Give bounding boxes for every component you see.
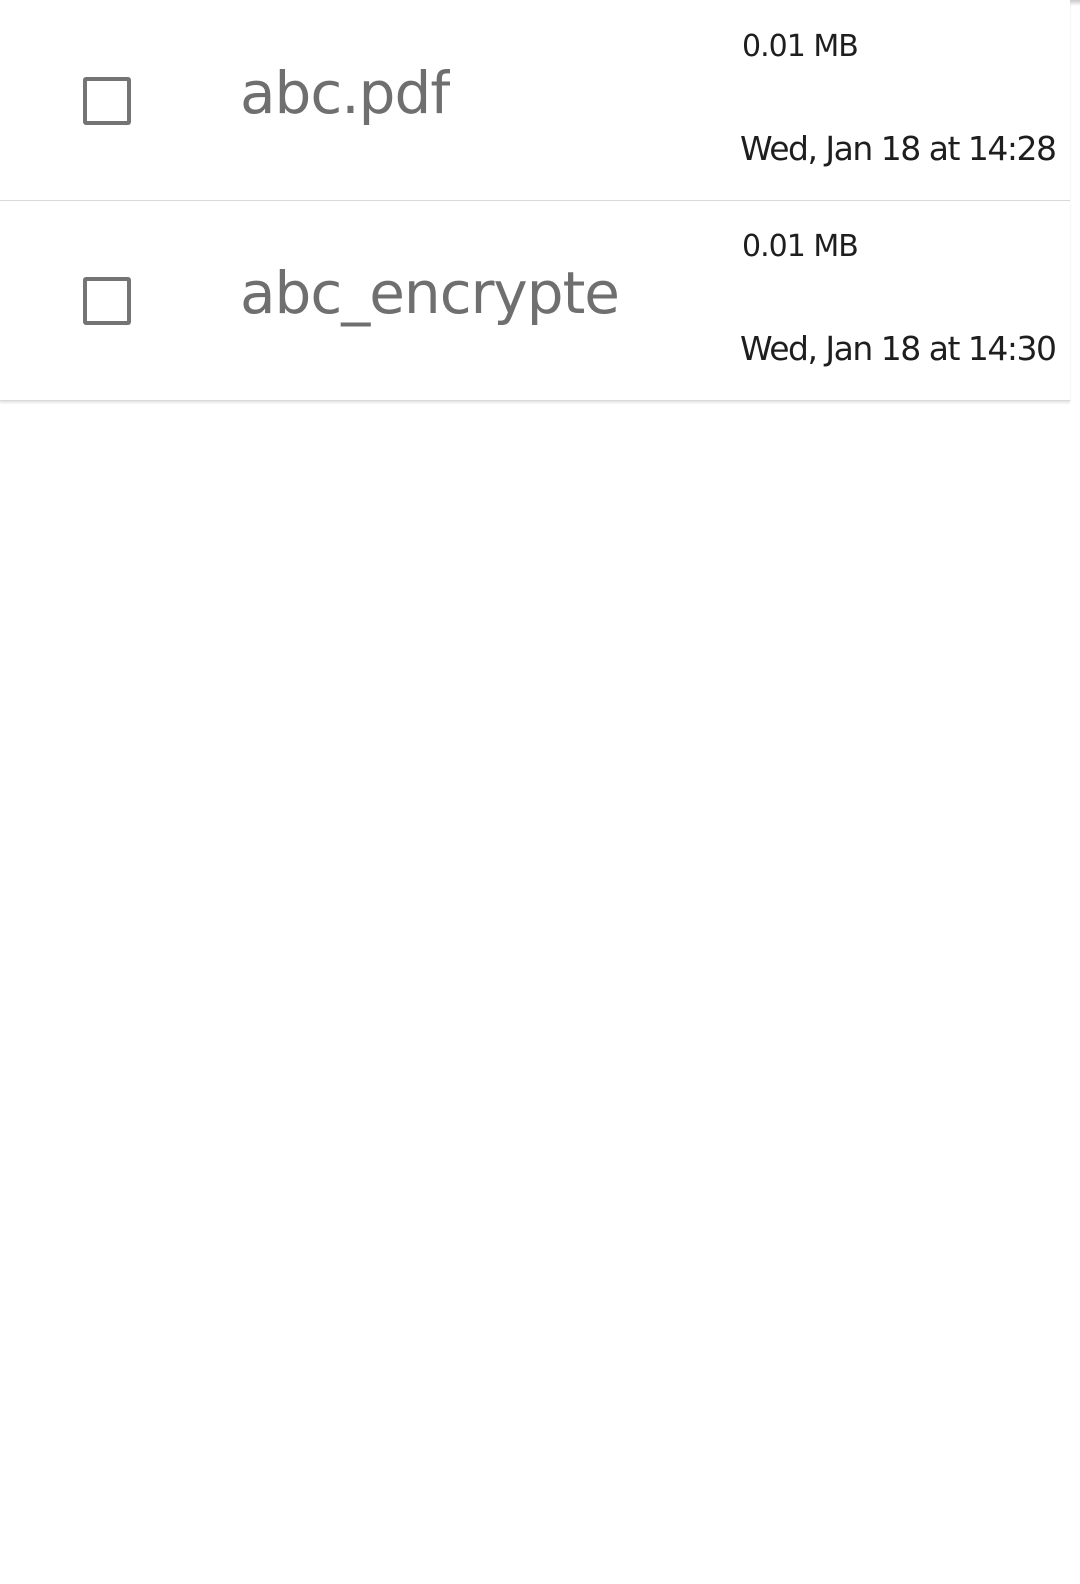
file-select-checkbox[interactable] [83,277,131,325]
file-name: abc_encrypte [240,259,619,327]
file-row[interactable]: abc.pdf 0.01 MB Wed, Jan 18 at 14:28 [0,0,1070,201]
file-select-checkbox[interactable] [83,77,131,125]
file-size: 0.01 MB [742,29,859,64]
file-size: 0.01 MB [742,229,859,264]
file-modified-date: Wed, Jan 18 at 14:28 [740,129,1057,168]
file-row[interactable]: abc_encrypte 0.01 MB Wed, Jan 18 at 14:3… [0,201,1070,401]
file-name: abc.pdf [240,59,450,127]
file-modified-date: Wed, Jan 18 at 14:30 [740,329,1057,368]
file-list: abc.pdf 0.01 MB Wed, Jan 18 at 14:28 abc… [0,0,1070,401]
